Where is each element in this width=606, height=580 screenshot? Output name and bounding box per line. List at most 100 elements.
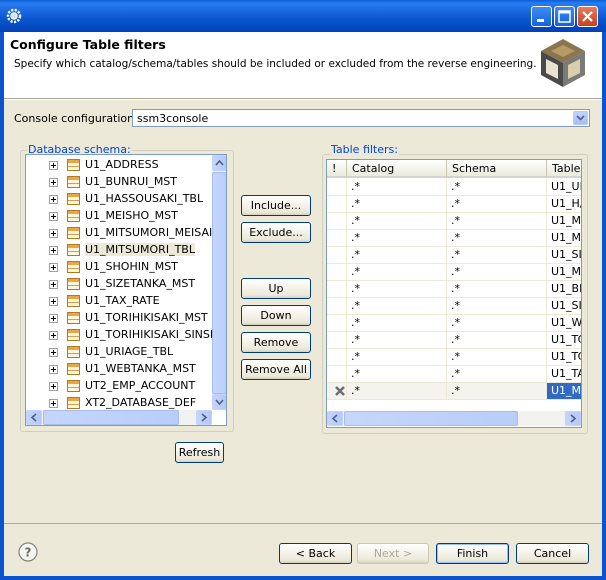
cell-table[interactable]: U1_H/ bbox=[547, 196, 581, 213]
expand-icon[interactable] bbox=[49, 382, 58, 391]
back-button[interactable]: < Back bbox=[279, 543, 352, 564]
cell-catalog[interactable]: .* bbox=[347, 315, 447, 332]
scroll-thumb[interactable] bbox=[344, 411, 518, 426]
tree-item[interactable]: U1_SHOHIN_MST bbox=[26, 259, 212, 276]
filter-row[interactable]: .* .* U1_TC bbox=[327, 332, 581, 349]
filter-row[interactable]: .* .* U1_M/ bbox=[327, 230, 581, 247]
cell-excluded[interactable] bbox=[327, 179, 347, 196]
expand-icon[interactable] bbox=[49, 280, 58, 289]
expand-icon[interactable] bbox=[49, 161, 58, 170]
cell-schema[interactable]: .* bbox=[447, 230, 547, 247]
schema-tree[interactable]: U1_ADDRESS U1_BUNRUI_MST U1_HASSOUSAKI_TBL… bbox=[25, 154, 227, 426]
cell-schema[interactable]: .* bbox=[447, 349, 547, 366]
expand-icon[interactable] bbox=[49, 348, 58, 357]
expand-icon[interactable] bbox=[49, 246, 58, 255]
remove-all-button[interactable]: Remove All bbox=[241, 359, 311, 380]
filter-row[interactable]: .* .* U1_SI bbox=[327, 298, 581, 315]
cell-schema[interactable]: .* bbox=[447, 281, 547, 298]
cell-table[interactable]: U1_TA bbox=[547, 366, 581, 383]
scroll-left-button[interactable] bbox=[327, 411, 343, 426]
scroll-thumb[interactable] bbox=[43, 410, 179, 425]
up-button[interactable]: Up bbox=[241, 278, 311, 299]
scroll-right-button[interactable] bbox=[196, 410, 212, 425]
tree-item[interactable]: U1_URIAGE_TBL bbox=[26, 344, 212, 361]
filter-row[interactable]: .* .* U1_H/ bbox=[327, 196, 581, 213]
cell-schema[interactable]: .* bbox=[447, 264, 547, 281]
filter-row[interactable]: .* .* U1_TC bbox=[327, 349, 581, 366]
expand-icon[interactable] bbox=[49, 297, 58, 306]
expand-icon[interactable] bbox=[49, 263, 58, 272]
cell-table[interactable]: U1_SI bbox=[547, 298, 581, 315]
cell-table[interactable]: U1_TC bbox=[547, 349, 581, 366]
expand-icon[interactable] bbox=[49, 365, 58, 374]
cell-table[interactable]: U1_SI bbox=[547, 247, 581, 264]
cell-excluded[interactable] bbox=[327, 281, 347, 298]
filter-row[interactable]: .* .* U1_M/ bbox=[327, 213, 581, 230]
tree-item[interactable]: U1_TORIHIKISAKI_MST bbox=[26, 310, 212, 327]
column-header-schema[interactable]: Schema bbox=[447, 160, 547, 178]
tree-item[interactable]: U1_MITSUMORI_TBL bbox=[26, 242, 212, 259]
tree-item[interactable]: U1_MITSUMORI_MEISAI_T bbox=[26, 225, 224, 242]
cell-schema[interactable]: .* bbox=[447, 366, 547, 383]
tree-item[interactable]: U1_ADDRESS bbox=[26, 157, 212, 174]
exclude-button[interactable]: Exclude... bbox=[241, 222, 311, 243]
refresh-button[interactable]: Refresh bbox=[175, 442, 224, 463]
cell-schema[interactable]: .* bbox=[447, 196, 547, 213]
cell-excluded[interactable] bbox=[327, 315, 347, 332]
cell-catalog[interactable]: .* bbox=[347, 332, 447, 349]
cell-table[interactable]: U1_W bbox=[547, 315, 581, 332]
cell-catalog[interactable]: .* bbox=[347, 230, 447, 247]
tree-item[interactable]: U1_BUNRUI_MST bbox=[26, 174, 212, 191]
cell-schema[interactable]: .* bbox=[447, 247, 547, 264]
cell-table[interactable]: U1_TC bbox=[547, 332, 581, 349]
tree-item[interactable]: UT2_EMP_ACCOUNT bbox=[26, 378, 212, 395]
tree-item[interactable]: U1_SIZETANKA_MST bbox=[26, 276, 212, 293]
cell-catalog[interactable]: .* bbox=[347, 179, 447, 196]
expand-icon[interactable] bbox=[49, 212, 58, 221]
cell-excluded[interactable] bbox=[327, 196, 347, 213]
cell-catalog[interactable]: .* bbox=[347, 281, 447, 298]
column-header-table[interactable]: Table bbox=[547, 160, 581, 178]
scroll-left-button[interactable] bbox=[26, 410, 42, 425]
filter-row[interactable]: .* .* U1_UI bbox=[327, 179, 581, 196]
cell-schema[interactable]: .* bbox=[447, 298, 547, 315]
cell-catalog[interactable]: .* bbox=[347, 247, 447, 264]
cell-excluded[interactable] bbox=[327, 230, 347, 247]
cell-excluded[interactable] bbox=[327, 247, 347, 264]
cell-excluded[interactable] bbox=[327, 332, 347, 349]
tree-vertical-scrollbar[interactable] bbox=[212, 155, 226, 410]
tree-horizontal-scrollbar[interactable] bbox=[26, 410, 212, 425]
tree-item[interactable]: U1_TORIHIKISAKI_SINSE bbox=[26, 327, 217, 344]
help-icon[interactable]: ? bbox=[18, 542, 38, 562]
expand-icon[interactable] bbox=[49, 314, 58, 323]
remove-button[interactable]: Remove bbox=[241, 332, 311, 353]
cell-excluded[interactable] bbox=[327, 349, 347, 366]
cell-catalog[interactable]: .* bbox=[347, 349, 447, 366]
scroll-down-button[interactable] bbox=[212, 394, 226, 410]
table-horizontal-scrollbar[interactable] bbox=[327, 411, 581, 426]
finish-button[interactable]: Finish bbox=[436, 543, 509, 564]
tree-item[interactable]: U1_MEISHO_MST bbox=[26, 208, 212, 225]
cell-table[interactable]: U1_UI bbox=[547, 179, 581, 196]
expand-icon[interactable] bbox=[49, 178, 58, 187]
cell-table[interactable]: U1_BI bbox=[547, 281, 581, 298]
cell-catalog[interactable]: .* bbox=[347, 264, 447, 281]
tree-item[interactable]: U1_TAX_RATE bbox=[26, 293, 212, 310]
filter-row[interactable]: .* .* U1_SI bbox=[327, 247, 581, 264]
minimize-button[interactable] bbox=[531, 6, 552, 27]
tree-item[interactable]: U1_WEBTANKA_MST bbox=[26, 361, 212, 378]
cell-schema[interactable]: .* bbox=[447, 213, 547, 230]
next-button[interactable]: Next > bbox=[357, 543, 429, 564]
filter-row[interactable]: .* .* U1_TA bbox=[327, 366, 581, 383]
scroll-thumb[interactable] bbox=[212, 172, 226, 394]
cell-excluded[interactable] bbox=[327, 298, 347, 315]
filter-row[interactable]: .*.*U1_MITS bbox=[327, 383, 581, 400]
cell-table[interactable]: U1_M/ bbox=[547, 213, 581, 230]
expand-icon[interactable] bbox=[49, 229, 58, 238]
cell-catalog[interactable]: .* bbox=[347, 383, 447, 400]
cell-catalog[interactable]: .* bbox=[347, 366, 447, 383]
console-configuration-select[interactable]: ssm3console bbox=[132, 109, 590, 127]
cell-excluded[interactable] bbox=[327, 213, 347, 230]
cell-schema[interactable]: .* bbox=[447, 179, 547, 196]
expand-icon[interactable] bbox=[49, 399, 58, 408]
